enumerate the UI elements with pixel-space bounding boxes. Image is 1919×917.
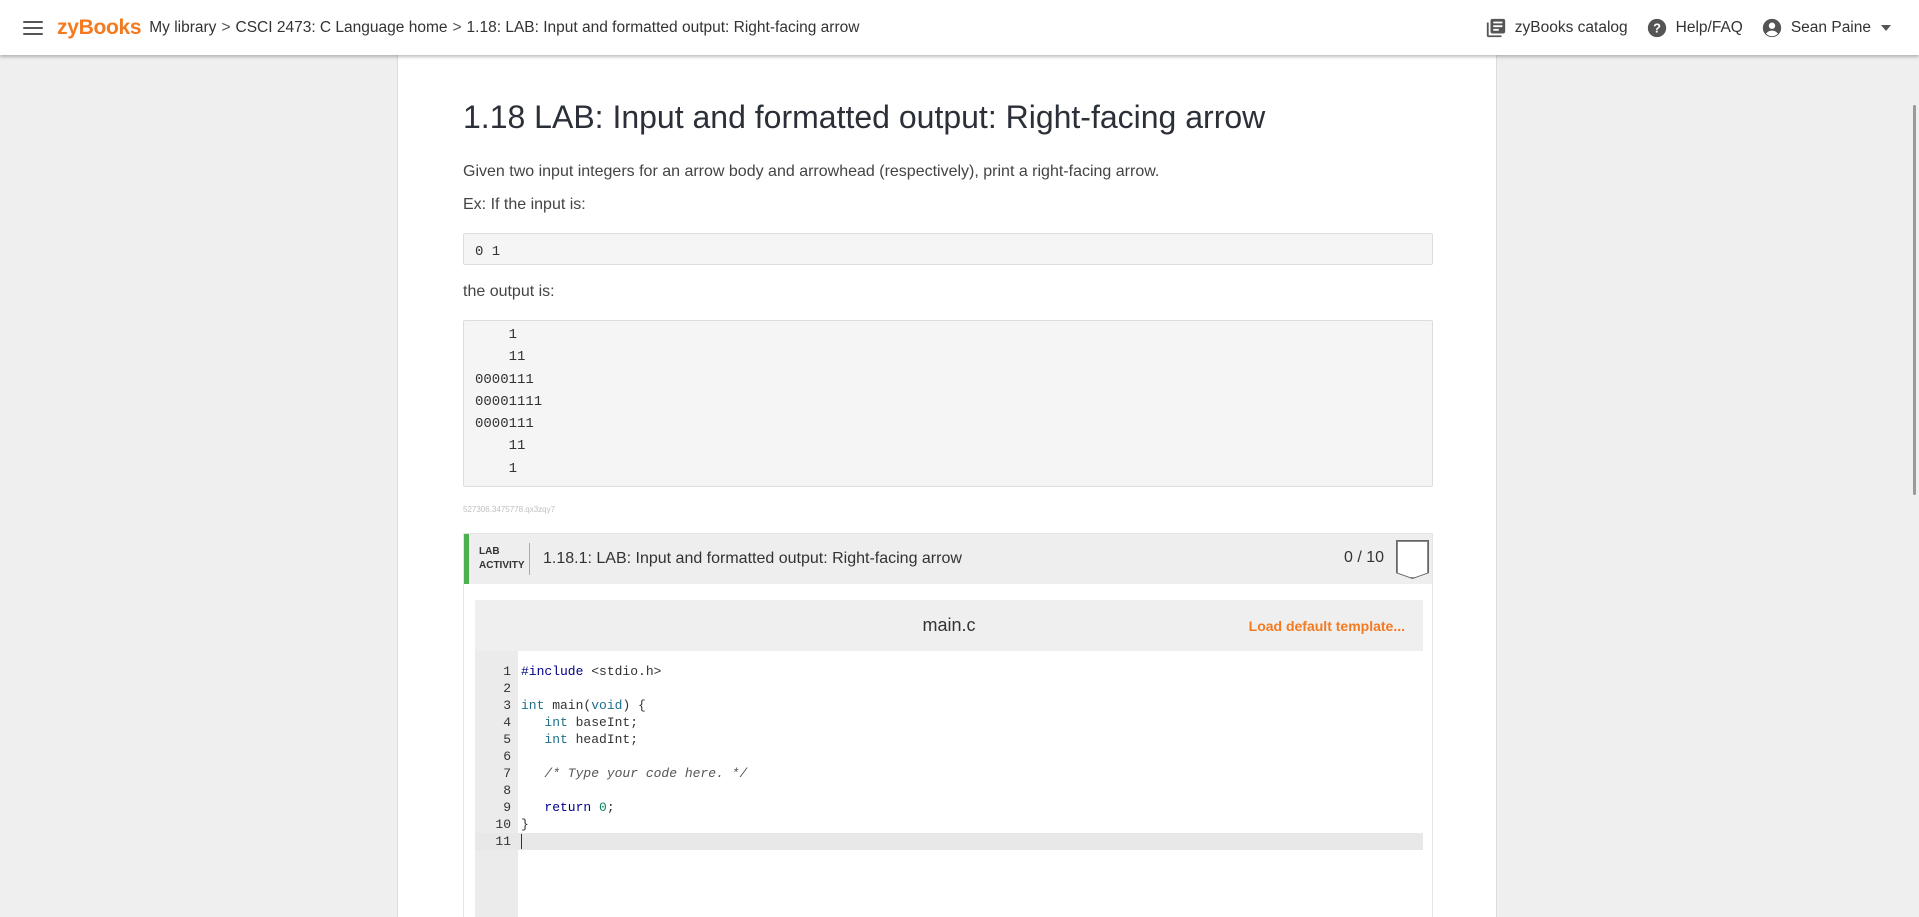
- example-input-box: 0 1: [463, 233, 1433, 265]
- content-page: 1.18 LAB: Input and formatted output: Ri…: [397, 55, 1497, 917]
- editor-header: main.c Load default template...: [475, 600, 1423, 651]
- top-navigation-bar: zyBooks My library > CSCI 2473: C Langua…: [0, 0, 1919, 55]
- zybooks-catalog-link[interactable]: zyBooks catalog: [1485, 17, 1628, 39]
- code-line[interactable]: 2: [475, 680, 1423, 697]
- page-title: 1.18 LAB: Input and formatted output: Ri…: [463, 99, 1266, 135]
- example-output-box: 1 11 0000111 00001111 0000111 11 1: [463, 320, 1433, 487]
- lab-activity-header: LAB ACTIVITY 1.18.1: LAB: Input and form…: [464, 534, 1432, 584]
- example-output-text: 1 11 0000111 00001111 0000111 11 1: [475, 327, 543, 477]
- help-label: Help/FAQ: [1675, 18, 1743, 36]
- lab-tag-line1: LAB: [479, 546, 500, 557]
- example-input-label: Ex: If the input is:: [463, 196, 586, 213]
- code-line[interactable]: 10}: [475, 816, 1423, 833]
- breadcrumb-separator: >: [221, 18, 231, 36]
- load-default-template-button[interactable]: Load default template...: [1249, 618, 1405, 634]
- code-line[interactable]: 8: [475, 782, 1423, 799]
- code-line[interactable]: 9 return 0;: [475, 799, 1423, 816]
- completion-badge-icon: [1397, 541, 1428, 578]
- catalog-label: zyBooks catalog: [1514, 18, 1628, 36]
- code-line[interactable]: 7 /* Type your code here. */: [475, 765, 1423, 782]
- caret-down-icon: [1881, 24, 1891, 31]
- breadcrumb-my-library[interactable]: My library: [149, 19, 216, 37]
- user-name: Sean Paine: [1790, 18, 1871, 36]
- account-circle-icon: [1762, 18, 1782, 37]
- code-line[interactable]: 5 int headInt;: [475, 731, 1423, 748]
- lab-score: 0 / 10: [1343, 549, 1384, 566]
- scrollbar-thumb[interactable]: [1913, 105, 1916, 495]
- code-lines[interactable]: 1 #include <stdio.h> 2 3 int main(void) { …: [475, 663, 1423, 850]
- hamburger-menu-icon[interactable]: [23, 20, 43, 35]
- code-line[interactable]: 3 int main(void) {: [475, 697, 1423, 714]
- example-input-text: 0 1: [475, 244, 501, 260]
- code-line[interactable]: 6: [475, 748, 1423, 765]
- code-editor[interactable]: 1 #include <stdio.h> 2 3 int main(void) { …: [475, 651, 1423, 917]
- code-editor-panel: main.c Load default template... 1 #includ…: [475, 600, 1423, 917]
- breadcrumb-separator: >: [452, 18, 462, 36]
- breadcrumb-course-home[interactable]: CSCI 2473: C Language home: [236, 19, 448, 37]
- code-line-active[interactable]: 11: [475, 833, 1423, 850]
- example-output-label: the output is:: [463, 283, 555, 300]
- help-circle-icon: ?: [1647, 18, 1666, 37]
- zybooks-logo[interactable]: zyBooks: [57, 16, 142, 40]
- text-cursor: [521, 834, 522, 850]
- svg-text:?: ?: [1653, 20, 1661, 35]
- breadcrumb-current-section: 1.18: LAB: Input and formatted output: R…: [466, 18, 860, 36]
- intro-text: Given two input integers for an arrow bo…: [463, 163, 1160, 180]
- breadcrumb: My library > CSCI 2473: C Language home …: [149, 19, 859, 37]
- resource-id: 527306.3475778.qx3zqy7: [463, 505, 556, 514]
- lab-header-divider: [529, 543, 530, 575]
- lab-tag-line2: ACTIVITY: [479, 560, 525, 571]
- help-faq-link[interactable]: ? Help/FAQ: [1646, 17, 1743, 39]
- library-books-icon: [1486, 18, 1505, 37]
- code-line[interactable]: 1 #include <stdio.h>: [475, 663, 1423, 680]
- lab-activity-title: 1.18.1: LAB: Input and formatted output:…: [543, 550, 962, 567]
- page-scrollbar[interactable]: [1905, 55, 1919, 917]
- lab-activity-tag: LAB ACTIVITY: [479, 545, 529, 573]
- user-menu[interactable]: Sean Paine: [1761, 17, 1891, 39]
- lab-activity: LAB ACTIVITY 1.18.1: LAB: Input and form…: [463, 533, 1433, 917]
- code-line[interactable]: 4 int baseInt;: [475, 714, 1423, 731]
